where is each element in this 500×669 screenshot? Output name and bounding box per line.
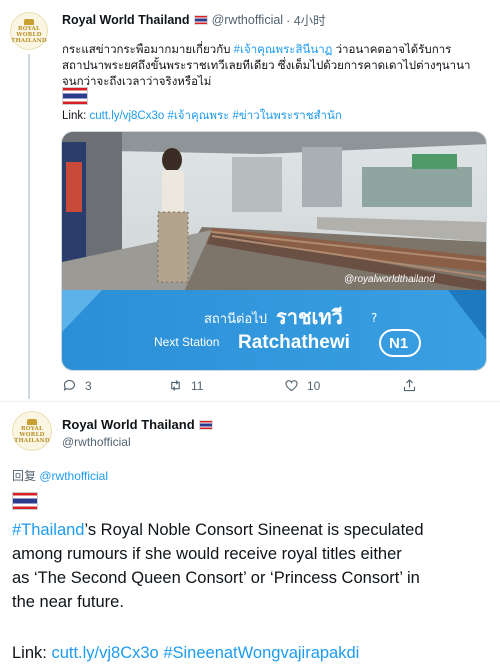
link-label: Link: bbox=[62, 110, 90, 122]
link-line: Link: cutt.ly/vj8Cx3o #SineenatWongvajir… bbox=[12, 644, 359, 663]
sign-thai-next: สถานีต่อไป bbox=[204, 311, 267, 327]
thailand-flag-icon bbox=[198, 419, 213, 430]
author-name[interactable]: Royal World Thailand bbox=[62, 13, 190, 27]
retweet-button[interactable]: 11 bbox=[168, 378, 284, 393]
share-button[interactable] bbox=[402, 378, 417, 393]
avatar-logo-text: ROYAL WORLD THAILAND bbox=[11, 25, 47, 44]
thailand-flag-emoji bbox=[12, 492, 38, 510]
sign-next-station-label: Next Station bbox=[154, 335, 219, 349]
author-handle[interactable]: @rwthofficial bbox=[212, 13, 284, 27]
reply-to-handle[interactable]: @rwthofficial bbox=[39, 469, 108, 483]
author-name[interactable]: Royal World Thailand bbox=[62, 417, 195, 432]
tweet-divider bbox=[0, 401, 500, 402]
tweet-header: Royal World Thailand @rwthofficial · 4小时 bbox=[62, 10, 326, 29]
share-icon bbox=[403, 379, 416, 392]
thai-line1-post: ว่าอนาคตอาจได้รับการ bbox=[332, 44, 452, 56]
hashtag-link[interactable]: #เจ้าคุณพระสินีนาฏ bbox=[234, 44, 333, 56]
sign-question-mark: ? bbox=[371, 311, 377, 325]
author-handle[interactable]: @rwthofficial bbox=[62, 435, 131, 449]
text-line4: the near future. bbox=[12, 593, 124, 611]
link-line: Link: cutt.ly/vj8Cx3o #เจ้าคุณพระ #ข่าวใ… bbox=[62, 107, 342, 125]
tweet-media-image[interactable]: @royalworldthailand สถานีต่อไป ราชเทวี ?… bbox=[61, 131, 487, 371]
hashtag-link[interactable]: #Thailand bbox=[12, 521, 84, 539]
hashtag-link[interactable]: #เจ้าคุณพระ bbox=[167, 110, 229, 122]
link-label: Link: bbox=[12, 644, 52, 662]
hashtag-link[interactable]: #SineenatWongvajirapakdi bbox=[163, 644, 359, 662]
like-button[interactable]: 10 bbox=[284, 378, 402, 393]
author-avatar[interactable]: ROYAL WORLD THAILAND bbox=[12, 411, 52, 451]
thai-line1-pre: กระแสข่าวกระพือมากมายเกี่ยวกับ bbox=[62, 44, 234, 56]
crest-icon bbox=[24, 18, 34, 25]
replying-to: 回复 @rwthofficial bbox=[12, 467, 108, 484]
retweet-count: 11 bbox=[191, 378, 204, 393]
text-line1: ’s Royal Noble Consort Sineenat is specu… bbox=[84, 521, 424, 539]
heart-icon bbox=[285, 380, 298, 392]
thai-line2: สถาปนาพระยศถึงขั้นพระราชเทวีเลยทีเดียว ซ… bbox=[62, 60, 471, 72]
crest-icon bbox=[27, 418, 37, 425]
tweet-actions: 3 11 10 bbox=[62, 378, 482, 393]
author-avatar[interactable]: ROYAL WORLD THAILAND bbox=[10, 12, 48, 50]
sign-station-code: N1 bbox=[389, 335, 408, 352]
tweet-text: #Thailand’s Royal Noble Consort Sineenat… bbox=[12, 518, 494, 614]
tweet2-author: Royal World Thailand bbox=[62, 417, 217, 432]
sign-thai-station: ราชเทวี bbox=[276, 305, 343, 329]
text-line3: as ‘The Second Queen Consort’ or ‘Prince… bbox=[12, 569, 420, 587]
text-line2: among rumours if she would receive royal… bbox=[12, 545, 402, 563]
thread-line bbox=[28, 54, 30, 399]
short-link[interactable]: cutt.ly/vj8Cx3o bbox=[90, 110, 165, 122]
retweet-icon bbox=[171, 380, 180, 391]
reply-icon bbox=[63, 379, 76, 391]
station-photo: @royalworldthailand สถานีต่อไป ราชเทวี ?… bbox=[62, 132, 486, 370]
short-link[interactable]: cutt.ly/vj8Cx3o bbox=[51, 644, 158, 662]
media-watermark: @royalworldthailand bbox=[344, 274, 435, 285]
tweet-time[interactable]: · 4小时 bbox=[286, 10, 326, 29]
like-count: 10 bbox=[307, 378, 321, 393]
reply-count: 3 bbox=[85, 378, 92, 393]
avatar-logo-text: ROYAL WORLD THAILAND bbox=[14, 425, 50, 444]
reply-prefix: 回复 bbox=[12, 469, 40, 483]
hashtag-link[interactable]: #ข่าวในพระราชสำนัก bbox=[233, 110, 342, 122]
thailand-flag-emoji bbox=[62, 87, 88, 105]
reply-button[interactable]: 3 bbox=[62, 378, 168, 393]
tweet-text: กระแสข่าวกระพือมากมายเกี่ยวกับ #เจ้าคุณพ… bbox=[62, 42, 492, 90]
sign-station-name: Ratchathewi bbox=[238, 332, 350, 353]
thailand-flag-icon bbox=[193, 14, 208, 25]
tweet-1[interactable]: ROYAL WORLD THAILAND Royal World Thailand … bbox=[0, 0, 500, 400]
